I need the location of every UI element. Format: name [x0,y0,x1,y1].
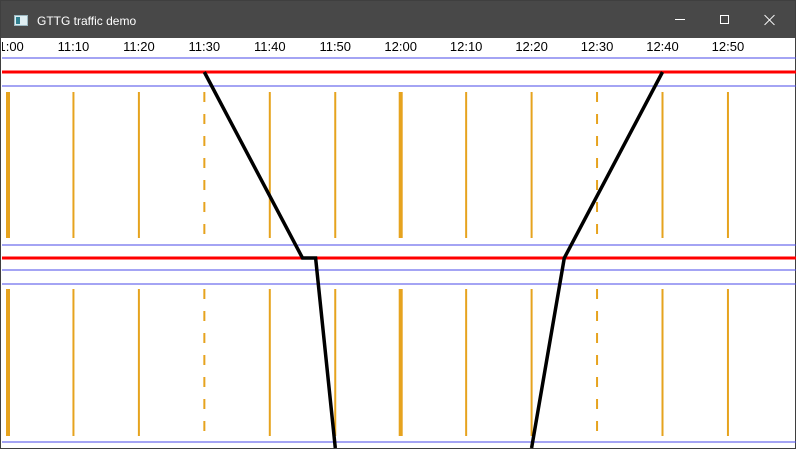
time-tick-label: 11:00 [2,39,24,54]
time-tick-label: 11:40 [254,39,286,54]
close-icon [764,14,776,26]
maximize-button[interactable] [701,1,747,38]
time-tick-label: 11:30 [189,39,221,54]
close-button[interactable] [747,1,793,38]
train-path-train-b [529,71,665,449]
time-tick-label: 11:20 [123,39,155,54]
train-paths [202,71,665,449]
time-tick-label: 12:20 [515,39,548,54]
window-title: GTTG traffic demo [37,14,137,28]
time-tick-label: 12:30 [581,39,614,54]
minimize-icon [675,19,685,20]
app-window: GTTG traffic demo 11:0011:1011:2011:3011… [0,0,796,449]
time-tick-label: 12:40 [646,39,679,54]
time-tick-label: 12:50 [712,39,745,54]
time-axis: 11:00 11:10 11:20 11:30 11:40 11:50 12:00 12:10… [2,39,744,54]
time-tick-label: 12:10 [450,39,483,54]
time-tick-label: 11:50 [319,39,351,54]
traffic-chart[interactable]: 11:00 11:10 11:20 11:30 11:40 11:50 12:00 12:10… [2,38,796,449]
time-tick-label: 12:00 [384,39,417,54]
app-window-icon [14,15,28,26]
time-grid [6,92,729,436]
minimize-button[interactable] [657,1,703,38]
time-tick-label: 11:10 [58,39,90,54]
maximize-icon [719,15,729,24]
title-bar[interactable]: GTTG traffic demo [1,1,795,38]
traffic-chart-area[interactable]: 11:00 11:10 11:20 11:30 11:40 11:50 12:00 12:10… [2,38,796,449]
